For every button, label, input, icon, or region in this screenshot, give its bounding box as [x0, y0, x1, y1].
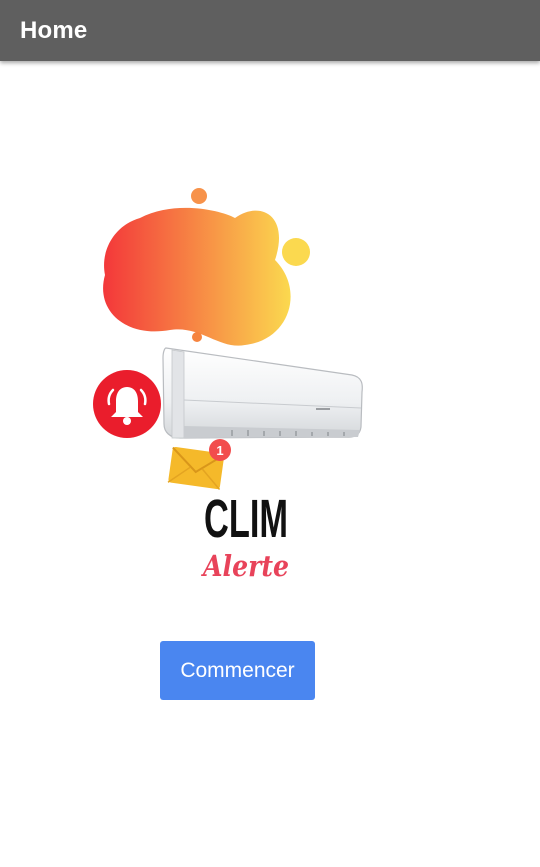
notification-count: 1: [216, 443, 223, 458]
logo-word-clim: CLIM: [204, 489, 288, 549]
start-button[interactable]: Commencer: [160, 641, 315, 700]
clim-alerte-logo: 1 CLIM Alerte: [80, 180, 380, 590]
logo-word-alerte: Alerte: [200, 549, 289, 583]
air-conditioner-illustration: [162, 347, 363, 439]
app-bar: Home: [0, 0, 540, 61]
small-orange-dot: [192, 332, 202, 342]
page-title: Home: [20, 16, 88, 44]
gradient-blob: [103, 188, 310, 346]
bell-icon: [93, 370, 161, 438]
orange-dot: [191, 188, 207, 204]
logo-illustration: 1 CLIM Alerte: [93, 188, 363, 583]
yellow-dot: [282, 238, 310, 266]
